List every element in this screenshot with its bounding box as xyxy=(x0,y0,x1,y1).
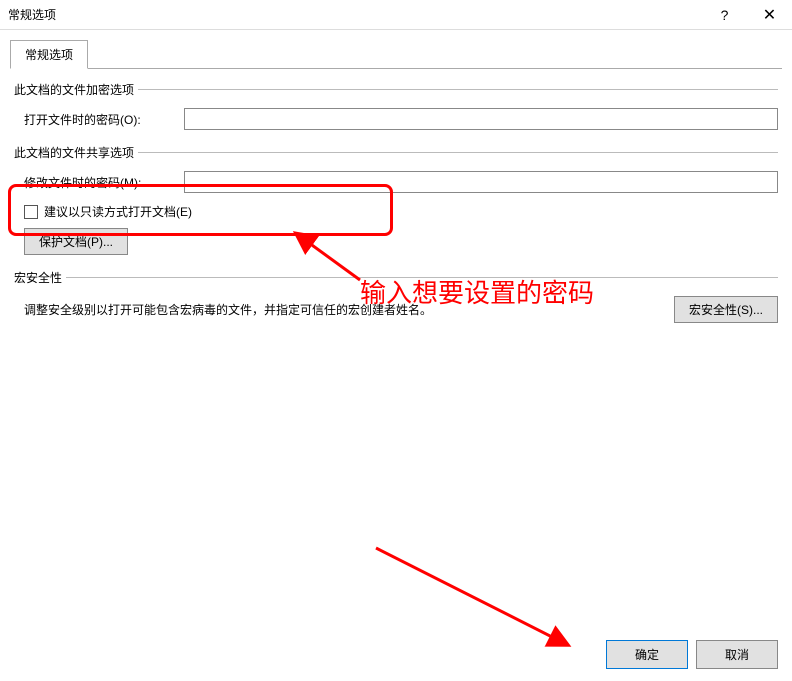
dialog-footer: 确定 取消 xyxy=(606,640,778,669)
cancel-button[interactable]: 取消 xyxy=(696,640,778,669)
tab-divider xyxy=(10,68,782,69)
open-password-label: 打开文件时的密码(O): xyxy=(24,111,184,128)
readonly-checkbox[interactable] xyxy=(24,205,38,219)
readonly-label: 建议以只读方式打开文档(E) xyxy=(44,203,192,220)
modify-password-row: 修改文件时的密码(M): xyxy=(24,171,778,193)
tab-general[interactable]: 常规选项 xyxy=(10,40,88,69)
title-controls: ? ✕ xyxy=(702,0,792,29)
readonly-row: 建议以只读方式打开文档(E) xyxy=(24,203,778,220)
dialog-content: 此文档的文件加密选项 打开文件时的密码(O): 此文档的文件共享选项 修改文件时… xyxy=(0,69,792,349)
macro-group-label: 宏安全性 xyxy=(14,269,778,286)
open-password-input[interactable] xyxy=(184,108,778,130)
tab-row: 常规选项 xyxy=(0,30,792,69)
macro-group: 宏安全性 调整安全级别以打开可能包含宏病毒的文件，并指定可信任的宏创建者姓名。 … xyxy=(14,269,778,323)
dialog-title: 常规选项 xyxy=(8,6,56,23)
encrypt-group: 此文档的文件加密选项 打开文件时的密码(O): xyxy=(14,81,778,130)
ok-button[interactable]: 确定 xyxy=(606,640,688,669)
help-button[interactable]: ? xyxy=(702,0,747,29)
modify-password-label: 修改文件时的密码(M): xyxy=(24,174,184,191)
share-group: 此文档的文件共享选项 修改文件时的密码(M): 建议以只读方式打开文档(E) 保… xyxy=(14,144,778,255)
encrypt-group-label: 此文档的文件加密选项 xyxy=(14,81,778,98)
annotation-arrow-2 xyxy=(368,540,578,655)
share-group-label: 此文档的文件共享选项 xyxy=(14,144,778,161)
close-button[interactable]: ✕ xyxy=(747,0,792,29)
title-bar: 常规选项 ? ✕ xyxy=(0,0,792,30)
modify-password-input[interactable] xyxy=(184,171,778,193)
protect-document-button[interactable]: 保护文档(P)... xyxy=(24,228,128,255)
macro-row: 调整安全级别以打开可能包含宏病毒的文件，并指定可信任的宏创建者姓名。 宏安全性(… xyxy=(24,296,778,323)
open-password-row: 打开文件时的密码(O): xyxy=(24,108,778,130)
macro-security-button[interactable]: 宏安全性(S)... xyxy=(674,296,778,323)
macro-desc: 调整安全级别以打开可能包含宏病毒的文件，并指定可信任的宏创建者姓名。 xyxy=(24,301,432,318)
